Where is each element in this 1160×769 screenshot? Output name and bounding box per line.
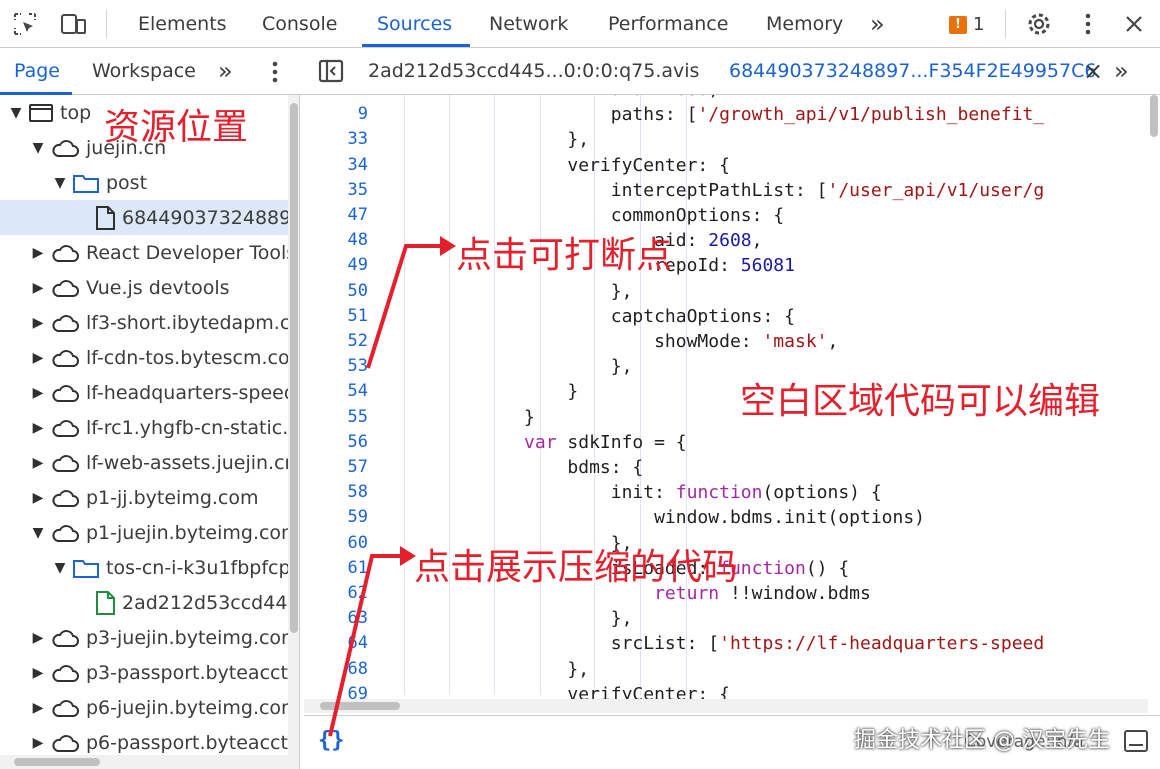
annotation-click-pretty: 点击展示压缩的代码	[414, 547, 739, 588]
annotation-editable: 空白区域代码可以编辑	[740, 381, 1101, 422]
devtools-window: Elements Console Sources Network Perform…	[0, 0, 1160, 769]
annotation-click-breakpoint: 点击可打断点	[456, 235, 673, 276]
annotation-resource-location: 资源位置	[104, 107, 249, 148]
